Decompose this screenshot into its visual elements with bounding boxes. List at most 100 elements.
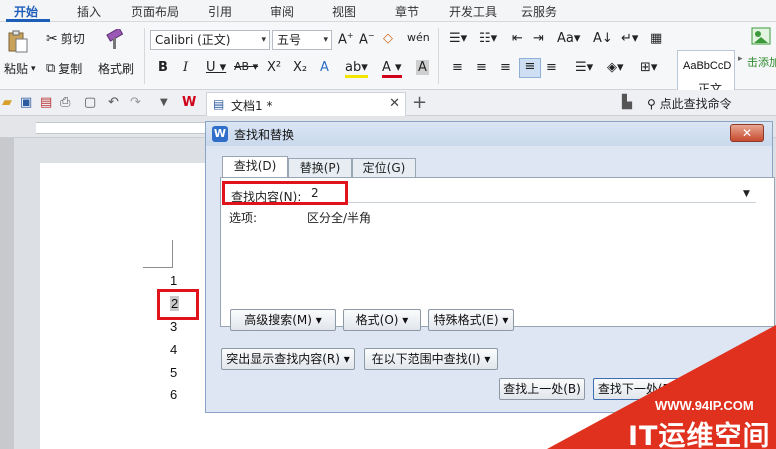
copy-button[interactable]: ⧉ 复制 bbox=[46, 60, 82, 77]
output-pdf-icon[interactable]: ▤ bbox=[40, 95, 52, 110]
font-size-value: 五号 bbox=[277, 33, 302, 47]
menu-tab-view[interactable]: 视图 bbox=[332, 3, 356, 20]
redo-icon[interactable]: ↷ bbox=[130, 95, 141, 110]
watermark-brand: IT运维空间 bbox=[628, 421, 771, 449]
borders-icon[interactable]: ⊞▾ bbox=[640, 60, 657, 75]
document-line[interactable]: 6 bbox=[170, 387, 177, 402]
search-command-label: 点此查找命令 bbox=[659, 97, 732, 111]
change-case-icon[interactable]: Aa▾ bbox=[557, 31, 580, 46]
menu-tab-page-layout[interactable]: 页面布局 bbox=[131, 3, 179, 20]
sidebar-toggle-icon[interactable]: ▙ bbox=[622, 95, 632, 110]
document-line[interactable]: 4 bbox=[170, 342, 177, 357]
special-format-button[interactable]: 特殊格式(E) ▾ bbox=[428, 309, 514, 331]
copy-icon: ⧉ bbox=[46, 61, 56, 76]
italic-icon[interactable]: I bbox=[183, 60, 188, 75]
align-center-icon[interactable]: ≡ bbox=[476, 60, 487, 75]
menu-tab-developer[interactable]: 开发工具 bbox=[449, 3, 497, 20]
customize-dropdown-icon[interactable]: ▼ bbox=[160, 97, 168, 108]
menu-tab-chapter[interactable]: 章节 bbox=[395, 3, 419, 20]
highlight-found-button[interactable]: 突出显示查找内容(R) ▾ bbox=[221, 348, 355, 370]
dialog-titlebar[interactable]: W 查找和替换 ✕ bbox=[206, 122, 772, 146]
menu-tab-cloud[interactable]: 云服务 bbox=[521, 3, 557, 20]
table-icon[interactable]: ▦ bbox=[650, 31, 662, 46]
options-value: 区分全/半角 bbox=[307, 211, 372, 225]
shrink-font-icon[interactable]: A− bbox=[359, 31, 375, 47]
tab-replace[interactable]: 替换(P) bbox=[288, 158, 352, 178]
tab-find[interactable]: 查找(D) bbox=[222, 156, 288, 178]
ribbon: 粘贴 ▾ ✂ 剪切 ⧉ 复制 格式刷 Calibri (正文) ▾ 五号 ▾ A+ A− … bbox=[0, 22, 776, 96]
phonetic-guide-icon[interactable]: wén bbox=[407, 31, 430, 44]
underline-icon[interactable]: U ▾ bbox=[206, 60, 226, 75]
find-in-button[interactable]: 在以下范围中查找(I) ▾ bbox=[364, 348, 498, 370]
document-line[interactable]: 1 bbox=[170, 273, 177, 288]
paste-button[interactable]: 粘贴 ▾ bbox=[4, 60, 36, 77]
decrease-indent-icon[interactable]: ⇤ bbox=[512, 31, 523, 46]
vertical-ruler[interactable] bbox=[0, 138, 14, 449]
bold-icon[interactable]: B bbox=[158, 60, 168, 75]
char-shading-icon[interactable]: A bbox=[416, 60, 429, 75]
new-tab-plus-icon[interactable]: + bbox=[412, 92, 427, 113]
wps-logo-icon: W bbox=[182, 95, 197, 110]
search-command-box[interactable]: ⚲ 点此查找命令 bbox=[647, 95, 732, 112]
align-left-icon[interactable]: ≡ bbox=[452, 60, 463, 75]
cut-button[interactable]: ✂ 剪切 bbox=[46, 30, 85, 47]
clear-format-icon[interactable]: ◇ bbox=[383, 31, 393, 46]
paste-label: 粘贴 bbox=[4, 62, 29, 76]
dialog-title: 查找和替换 bbox=[234, 128, 295, 142]
font-name-value: Calibri (正文) bbox=[155, 33, 231, 47]
menu-tab-references[interactable]: 引用 bbox=[208, 3, 232, 20]
paragraph-marks-icon[interactable]: ↵▾ bbox=[621, 31, 638, 46]
annotation-highlight-box bbox=[157, 289, 199, 320]
increase-indent-icon[interactable]: ⇥ bbox=[533, 31, 544, 46]
style-gallery-arrow-icon[interactable]: ▸ bbox=[738, 54, 743, 64]
bullets-icon[interactable]: ☰▾ bbox=[449, 31, 467, 46]
font-size-select[interactable]: 五号 ▾ bbox=[272, 30, 332, 50]
add-style-button[interactable]: 击添加 bbox=[747, 54, 776, 70]
margin-corner-mark bbox=[143, 240, 173, 268]
menu-tab-insert[interactable]: 插入 bbox=[77, 3, 101, 20]
ribbon-separator bbox=[438, 28, 439, 84]
superscript-icon[interactable]: X² bbox=[267, 60, 281, 75]
close-icon[interactable]: ✕ bbox=[389, 96, 400, 111]
numbering-icon[interactable]: ☷▾ bbox=[479, 31, 497, 46]
open-folder-icon[interactable]: ▰ bbox=[2, 95, 12, 110]
line-spacing-icon[interactable]: ☰▾ bbox=[575, 60, 593, 75]
justify-icon[interactable]: ≡ bbox=[519, 58, 541, 78]
font-color-icon[interactable]: A ▾ bbox=[382, 60, 402, 78]
format-painter-button[interactable]: 格式刷 bbox=[98, 60, 134, 77]
document-line[interactable]: 5 bbox=[170, 365, 177, 380]
grow-font-icon[interactable]: A+ bbox=[338, 31, 354, 47]
highlight-color-icon[interactable]: ab▾ bbox=[345, 60, 368, 78]
print-preview-icon[interactable]: ▢ bbox=[84, 95, 96, 110]
font-name-select[interactable]: Calibri (正文) ▾ bbox=[150, 30, 270, 50]
sort-icon[interactable]: A↓ bbox=[593, 31, 613, 46]
copy-label: 复制 bbox=[58, 62, 83, 76]
wps-writer-icon: W bbox=[212, 126, 228, 142]
document-line[interactable]: 3 bbox=[170, 319, 177, 334]
new-style-icon[interactable] bbox=[750, 26, 774, 48]
distributed-icon[interactable]: ≡ bbox=[546, 60, 557, 75]
paste-icon[interactable] bbox=[6, 30, 40, 54]
watermark-url: WWW.94IP.COM bbox=[655, 398, 754, 413]
quick-access-bar: ▰ ▣ ▤ ⎙ ▢ ↶ ↷ ▼ W ▤ 文档1 * ✕ + ▙ ⚲ 点此查找命令 bbox=[0, 90, 776, 116]
print-icon[interactable]: ⎙ bbox=[60, 95, 70, 110]
strikethrough-icon[interactable]: AB ▾ bbox=[234, 60, 258, 73]
subscript-icon[interactable]: X₂ bbox=[293, 60, 307, 75]
close-button[interactable]: ✕ bbox=[730, 124, 764, 142]
menu-tab-home[interactable]: 开始 bbox=[14, 3, 38, 20]
format-button[interactable]: 格式(O) ▾ bbox=[343, 309, 421, 331]
find-what-input[interactable]: 2 bbox=[306, 183, 756, 203]
chevron-down-icon[interactable]: ▼ bbox=[743, 189, 750, 199]
format-painter-icon[interactable] bbox=[104, 28, 128, 52]
text-effect-icon[interactable]: A bbox=[320, 60, 329, 75]
save-icon[interactable]: ▣ bbox=[20, 95, 32, 110]
undo-icon[interactable]: ↶ bbox=[108, 95, 119, 110]
style-sample-text: AaBbCcD bbox=[683, 60, 732, 72]
find-previous-button[interactable]: 查找上一处(B) bbox=[499, 378, 585, 400]
advanced-search-button[interactable]: 高级搜索(M) ▾ bbox=[230, 309, 336, 331]
shading-icon[interactable]: ◈▾ bbox=[607, 60, 624, 75]
align-right-icon[interactable]: ≡ bbox=[500, 60, 511, 75]
document-tab[interactable]: ▤ 文档1 * ✕ bbox=[206, 92, 406, 116]
menu-tab-review[interactable]: 审阅 bbox=[270, 3, 294, 20]
tab-goto[interactable]: 定位(G) bbox=[352, 158, 416, 178]
